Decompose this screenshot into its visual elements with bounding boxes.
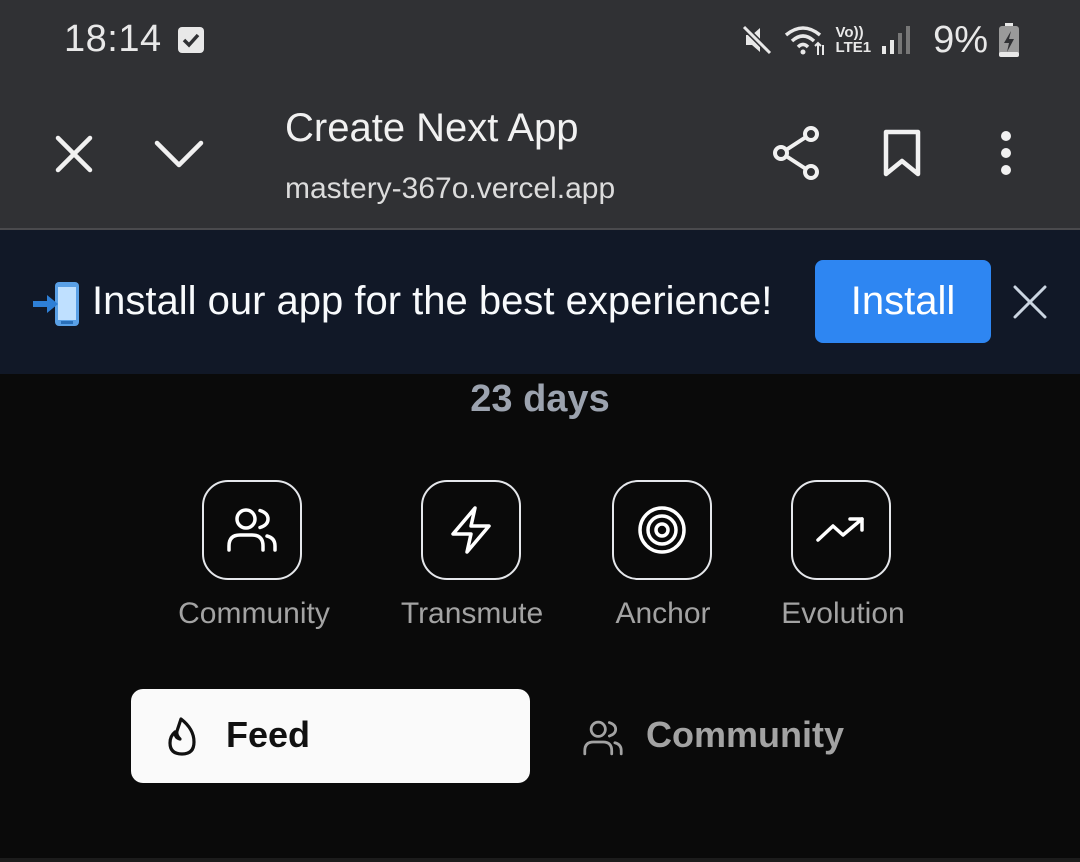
chevron-down-icon [154,140,204,168]
transmute-action-button[interactable] [421,480,521,580]
tab-feed-label: Feed [226,714,311,755]
minimize-button[interactable] [152,132,206,176]
close-icon [55,135,93,173]
tab-community[interactable]: Community [570,689,870,783]
mute-icon [741,24,772,56]
more-vertical-icon [1001,131,1011,175]
status-icons: Vo)) LTE1 9% [740,16,1020,64]
users-icon [583,720,623,756]
close-icon [1013,285,1047,319]
transmute-action-label: Transmute [400,597,544,630]
battery-percent: 9% [933,18,988,61]
more-options-button[interactable] [992,128,1020,178]
install-banner-text: Install our app for the best experience! [92,279,773,323]
close-tab-button[interactable] [50,130,98,178]
lightning-icon [451,506,491,554]
streak-days: 23 days [470,378,610,420]
community-action-label: Community [178,597,330,630]
signal-icon [882,26,911,54]
browser-toolbar: Create Next App mastery-367o.vercel.app [0,80,1080,230]
share-button[interactable] [770,124,824,182]
anchor-action-button[interactable] [612,480,712,580]
status-bar: 18:14 Vo)) LTE1 9% [0,0,1080,80]
page-url[interactable]: mastery-367o.vercel.app [285,172,615,206]
battery-charging-icon [999,23,1019,57]
community-action-button[interactable] [202,480,302,580]
share-icon [773,126,819,180]
bookmark-button[interactable] [880,128,924,178]
users-icon [227,508,277,552]
network-lte-label: LTE1 [835,39,872,56]
page-title: Create Next App [285,106,579,150]
mobile-arrow-icon [33,282,79,326]
wifi-icon [784,26,824,55]
dismiss-banner-button[interactable] [1012,284,1048,320]
target-icon [638,506,686,554]
network-type-label: Vo)) LTE1 [836,25,872,55]
install-button[interactable]: Install [815,260,991,343]
status-time: 18:14 [64,18,162,60]
install-banner: Install our app for the best experience!… [0,230,1080,374]
tab-feed[interactable]: Feed [131,689,530,783]
checkbox-notification-icon [178,27,204,53]
flame-icon [168,717,196,756]
trending-up-icon [816,517,864,542]
evolution-action-button[interactable] [791,480,891,580]
tab-community-label: Community [646,714,844,755]
divider [0,858,1080,862]
evolution-action-label: Evolution [781,597,905,630]
bookmark-icon [883,129,921,177]
network-voice-label: Vo)) [835,24,864,41]
